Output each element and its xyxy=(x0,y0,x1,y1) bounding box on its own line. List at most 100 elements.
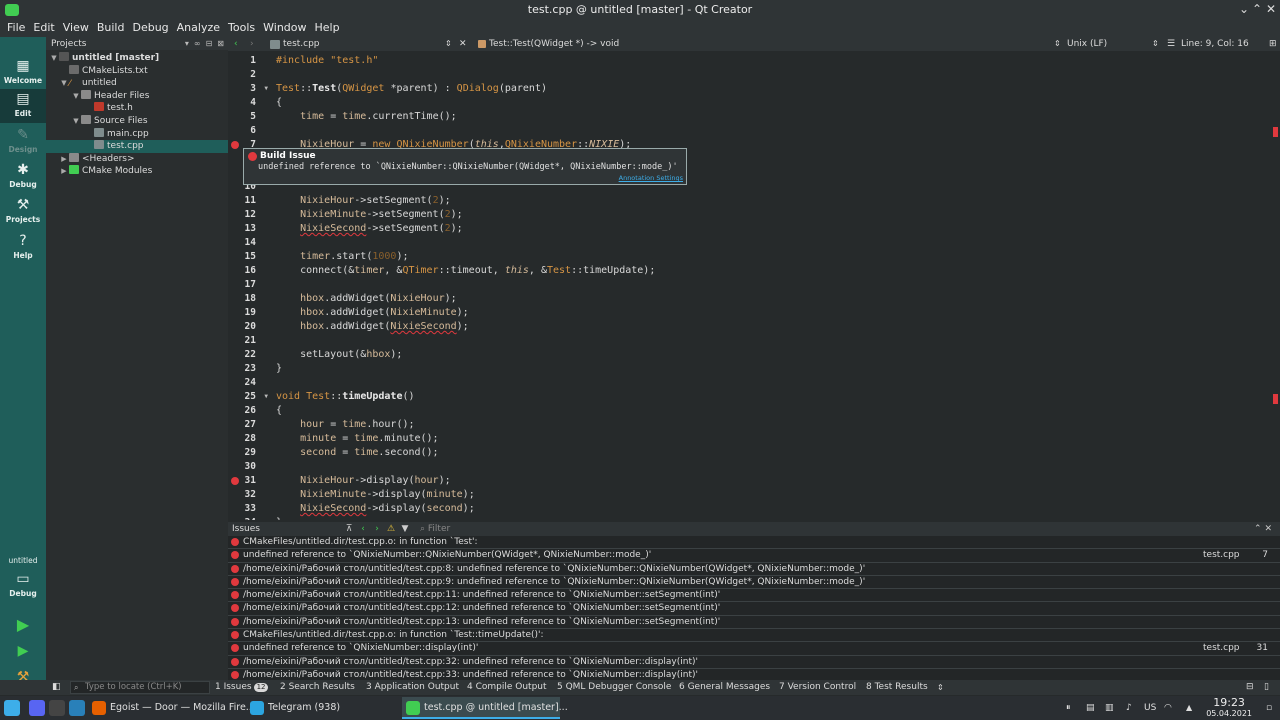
menu-analyze[interactable]: Analyze xyxy=(173,19,224,37)
collapse-arrow-icon[interactable]: ▼ xyxy=(71,115,81,128)
projects-selector[interactable]: Projects xyxy=(51,39,86,49)
filter-icon[interactable]: ▼ xyxy=(398,524,412,534)
collapse-arrow-icon[interactable]: ▼ xyxy=(59,77,69,90)
volume-icon[interactable]: ♪ xyxy=(1126,696,1132,720)
open-document-tab[interactable]: test.cpp xyxy=(283,37,320,51)
menu-file[interactable]: File xyxy=(3,19,29,37)
output-tab-general-messages[interactable]: 6 General Messages xyxy=(679,680,770,695)
issue-row[interactable]: CMakeFiles/untitled.dir/test.cpp.o: in f… xyxy=(228,536,1280,550)
line-ending-selector[interactable]: Unix (LF) xyxy=(1067,37,1107,51)
output-tab-test-results[interactable]: 8 Test Results xyxy=(866,680,928,695)
issue-row[interactable]: /home/eixini/Рабочий стол/untitled/test.… xyxy=(228,589,1280,603)
fold-arrow-icon[interactable]: ▼ xyxy=(264,390,268,404)
forward-icon[interactable]: › xyxy=(250,37,254,51)
maximize-icon[interactable]: ⌃ xyxy=(1250,2,1264,16)
output-pane-toggle-icon[interactable]: ⊟ xyxy=(1246,680,1254,695)
output-tab-compile-output[interactable]: 4 Compile Output xyxy=(467,680,547,695)
cursor-position[interactable]: Line: 9, Col: 16 xyxy=(1181,37,1249,51)
menu-tools[interactable]: Tools xyxy=(224,19,259,37)
mode-edit[interactable]: ▤ Edit xyxy=(0,89,46,123)
tree-item-target[interactable]: ▼ ⁄ untitled xyxy=(46,77,228,90)
mode-design[interactable]: ✎ Design xyxy=(0,125,46,159)
menu-window[interactable]: Window xyxy=(259,19,310,37)
output-tab-qml-debugger-console[interactable]: 5 QML Debugger Console xyxy=(557,680,671,695)
editor-scrollbar[interactable] xyxy=(1270,51,1280,520)
issue-row[interactable]: /home/eixini/Рабочий стол/untitled/test.… xyxy=(228,602,1280,616)
collapse-arrow-icon[interactable]: ▼ xyxy=(71,90,81,103)
expand-arrow-icon[interactable]: ▶ xyxy=(59,153,69,166)
issue-row[interactable]: CMakeFiles/untitled.dir/test.cpp.o: in f… xyxy=(228,629,1280,643)
mode-welcome[interactable]: ▦ Welcome xyxy=(0,56,46,90)
more-tabs-icon[interactable]: ⇕ xyxy=(937,680,944,695)
error-marker-icon[interactable] xyxy=(231,141,239,149)
output-tab-search-results[interactable]: 2 Search Results xyxy=(280,680,355,695)
menu-help[interactable]: Help xyxy=(311,19,344,37)
issue-row[interactable]: /home/eixini/Рабочий стол/untitled/test.… xyxy=(228,576,1280,590)
clear-icon[interactable]: ⊼ xyxy=(342,524,356,534)
split-editor-icon[interactable]: ⊞ xyxy=(1269,37,1277,51)
menu-edit[interactable]: Edit xyxy=(29,19,58,37)
tree-item-main-cpp[interactable]: main.cpp xyxy=(46,127,228,141)
issues-filter-input[interactable]: ⌕ Filter xyxy=(420,524,450,534)
next-issue-icon[interactable]: › xyxy=(370,524,384,534)
kit-selector[interactable]: ▭ Debug xyxy=(0,569,46,603)
clock[interactable]: 19:23 05.04.2021 xyxy=(1206,697,1252,719)
link-icon[interactable]: ∞ xyxy=(194,39,201,48)
mode-projects[interactable]: ⚒ Projects xyxy=(0,195,46,229)
terminal-icon[interactable] xyxy=(49,700,65,716)
mode-help[interactable]: ? Help xyxy=(0,231,46,265)
issues-list[interactable]: CMakeFiles/untitled.dir/test.cpp.o: in f… xyxy=(228,536,1280,683)
outline-icon[interactable]: ☰ xyxy=(1167,37,1175,51)
task-firefox[interactable]: Egoist — Door — Mozilla Fire... xyxy=(88,697,255,719)
notes-icon[interactable]: ▥ xyxy=(1105,696,1114,720)
maximize-pane-icon[interactable]: ⌃ ✕ xyxy=(1254,524,1272,534)
issue-row[interactable]: undefined reference to `QNixieNumber::QN… xyxy=(228,549,1280,563)
task-telegram[interactable]: Telegram (938) xyxy=(246,697,402,719)
tree-item-test-h[interactable]: test.h xyxy=(46,102,228,115)
tree-item-source-files[interactable]: ▼ Source Files xyxy=(46,114,228,128)
app-launcher-icon[interactable] xyxy=(4,700,20,716)
close-icon[interactable]: ✕ xyxy=(1264,2,1278,16)
symbol-dropdown-icon[interactable]: ⇕ xyxy=(1054,37,1061,51)
line-ending-dropdown-icon[interactable]: ⇕ xyxy=(1152,37,1159,51)
mode-debug[interactable]: ✱ Debug xyxy=(0,160,46,194)
output-tab-version-control[interactable]: 7 Version Control xyxy=(779,680,856,695)
locator-input[interactable]: ⌕ Type to locate (Ctrl+K) xyxy=(70,681,210,694)
tray-expand-icon[interactable]: ▲ xyxy=(1186,696,1192,720)
media-pause-icon[interactable]: ⏸ xyxy=(1066,696,1071,720)
collapse-arrow-icon[interactable]: ▼ xyxy=(49,52,59,65)
issue-row[interactable]: undefined reference to `QNixieNumber::di… xyxy=(228,642,1280,656)
close-document-icon[interactable]: ✕ xyxy=(459,37,467,51)
wifi-icon[interactable]: ◠ xyxy=(1164,696,1172,720)
fold-arrow-icon[interactable]: ▼ xyxy=(264,82,268,96)
expand-arrow-icon[interactable]: ▶ xyxy=(59,165,69,178)
tree-item-project[interactable]: ▼ untitled [master] xyxy=(46,52,228,65)
output-pane-maximize-icon[interactable]: ▯ xyxy=(1264,680,1269,695)
close-panel-icon[interactable]: ⊠ xyxy=(217,39,224,48)
tree-item-test-cpp[interactable]: test.cpp xyxy=(46,140,228,153)
keyboard-layout[interactable]: US xyxy=(1144,696,1156,720)
clipboard-icon[interactable]: ▤ xyxy=(1086,696,1095,720)
line-number-gutter[interactable]: 1 2 3▼ 4 5 6 7 8 9 10 11 12 13 14 15 16 … xyxy=(228,54,272,520)
editor-icon[interactable] xyxy=(69,700,85,716)
warning-filter-icon[interactable]: ⚠ xyxy=(384,524,398,534)
tree-item-cmakelists[interactable]: CMakeLists.txt xyxy=(46,64,228,78)
document-dropdown-icon[interactable]: ⇕ xyxy=(445,37,452,51)
issue-row[interactable]: /home/eixini/Рабочий стол/untitled/test.… xyxy=(228,656,1280,669)
discord-icon[interactable] xyxy=(29,700,45,716)
error-marker-icon[interactable] xyxy=(231,477,239,485)
prev-issue-icon[interactable]: ‹ xyxy=(356,524,370,534)
tree-item-cmake-modules[interactable]: ▶ CMake Modules xyxy=(46,165,228,178)
tree-item-headers[interactable]: ▶ <Headers> xyxy=(46,152,228,166)
back-icon[interactable]: ‹ xyxy=(234,37,238,51)
split-icon[interactable]: ⊟ xyxy=(206,39,213,48)
annotation-settings-link[interactable]: Annotation Settings xyxy=(619,174,683,182)
task-qt-creator[interactable]: test.cpp @ untitled [master]... xyxy=(402,697,568,719)
filter-icon[interactable]: ▾ xyxy=(185,39,189,48)
menu-debug[interactable]: Debug xyxy=(128,19,172,37)
code-editor[interactable]: 1 2 3▼ 4 5 6 7 8 9 10 11 12 13 14 15 16 … xyxy=(228,51,1270,520)
minimize-icon[interactable]: ⌄ xyxy=(1237,2,1251,16)
output-tab-issues[interactable]: 1 Issues 12 xyxy=(215,680,269,695)
code-text[interactable]: #include "test.h" Test::Test(QWidget *pa… xyxy=(276,54,1260,520)
issue-row[interactable]: /home/eixini/Рабочий стол/untitled/test.… xyxy=(228,563,1280,576)
